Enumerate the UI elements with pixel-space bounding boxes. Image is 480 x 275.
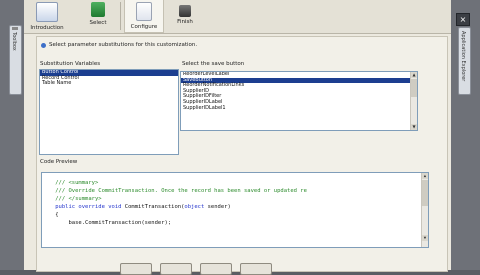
- step-finish[interactable]: Finish: [172, 0, 198, 32]
- code-line: /// <summary>: [42, 179, 428, 187]
- substitution-label: Substitution Variables: [40, 61, 101, 67]
- wizard-dialog: Introduction Select Configure Finish Sel…: [24, 0, 451, 275]
- scroll-down-icon[interactable]: ▼: [411, 124, 417, 130]
- left-dock: Toolbox: [0, 0, 24, 270]
- code-preview[interactable]: /// <summary> /// Override CommitTransac…: [41, 172, 429, 248]
- code-line: public override void CommitTransaction(o…: [42, 203, 428, 211]
- save-button-list[interactable]: ReorderLevelLabel SaveButton ReorderNotifi…: [180, 71, 418, 131]
- code-token: /// Override CommitTransaction. Once the…: [42, 188, 307, 194]
- code-line: /// </summary>: [42, 195, 428, 203]
- save-button-label: Select the save button: [182, 61, 245, 67]
- code-token: /// </summary>: [42, 196, 102, 202]
- step-introduction[interactable]: Introduction: [30, 0, 64, 32]
- wizard-steps-toolbar: Introduction Select Configure Finish: [24, 0, 451, 34]
- wizard-button-cancel[interactable]: [240, 263, 272, 275]
- code-line: base.CommitTransaction(sender);: [42, 219, 428, 227]
- step-finish-label: Finish: [177, 19, 193, 25]
- pin-icon[interactable]: [12, 27, 18, 30]
- select-icon: [91, 2, 105, 17]
- toolbox-tab[interactable]: Toolbox: [9, 25, 22, 95]
- code-scroll-down-icon[interactable]: ▼: [422, 235, 428, 241]
- finish-icon: [179, 5, 191, 17]
- configure-icon: [136, 2, 152, 21]
- code-preview-label: Code Preview: [40, 159, 78, 165]
- info-icon: [41, 42, 46, 48]
- code-token: object: [184, 204, 205, 210]
- step-select[interactable]: Select: [86, 0, 110, 32]
- substitution-list[interactable]: Button Control Record Control Table Name: [39, 69, 179, 155]
- code-scroll-up-icon[interactable]: ▲: [422, 173, 428, 179]
- scroll-up-icon[interactable]: ▲: [411, 72, 417, 78]
- step-select-label: Select: [89, 20, 107, 26]
- substitution-item[interactable]: Table Name: [40, 81, 178, 87]
- instruction-row: Select parameter substitutions for this …: [41, 40, 197, 50]
- save-list-scrollbar[interactable]: ▲ ▼: [410, 72, 417, 130]
- wizard-button-back[interactable]: [120, 263, 152, 275]
- wizard-button-finish[interactable]: [200, 263, 232, 275]
- close-icon[interactable]: ×: [456, 13, 470, 26]
- application-explorer-tab-label: Application Explorer: [460, 31, 466, 82]
- code-token: {: [42, 212, 59, 218]
- toolbox-tab-label: Toolbox: [11, 32, 17, 51]
- code-scrollbar[interactable]: ▲ ▼: [421, 173, 428, 247]
- code-token: /// <summary>: [42, 180, 99, 186]
- toolbar-separator: [120, 2, 121, 30]
- code-line: /// Override CommitTransaction. Once the…: [42, 187, 428, 195]
- configure-panel: Select parameter substitutions for this …: [36, 36, 448, 272]
- code-token: base.CommitTransaction(sender);: [42, 220, 172, 226]
- introduction-icon: [36, 2, 58, 22]
- step-configure[interactable]: Configure: [124, 0, 164, 33]
- code-line: {: [42, 211, 428, 219]
- save-button-item[interactable]: SupplierIDLabel1: [181, 105, 417, 112]
- application-explorer-tab[interactable]: Application Explorer: [458, 27, 471, 95]
- step-introduction-label: Introduction: [30, 25, 64, 31]
- code-scroll-thumb[interactable]: [422, 180, 428, 206]
- code-token: sender): [204, 204, 231, 210]
- scroll-thumb[interactable]: [411, 79, 417, 97]
- wizard-button-next[interactable]: [160, 263, 192, 275]
- step-configure-label: Configure: [130, 24, 158, 30]
- code-token: CommitTransaction(: [124, 204, 185, 210]
- code-token: public override void: [42, 204, 125, 210]
- instruction-text: Select parameter substitutions for this …: [49, 42, 198, 48]
